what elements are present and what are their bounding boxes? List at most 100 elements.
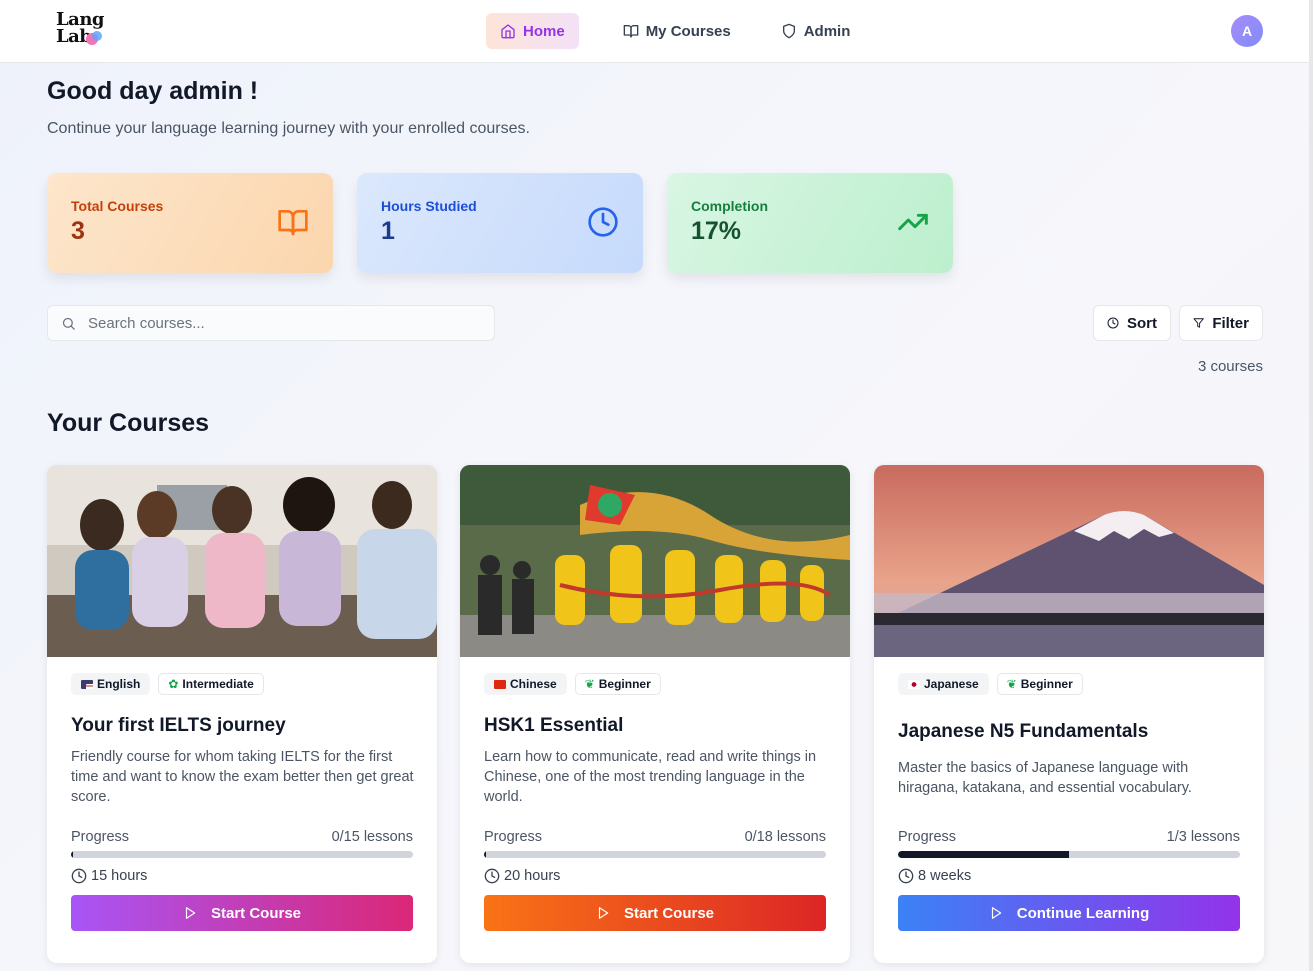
herb-icon: ✿ [168, 677, 179, 691]
cta-label: Start Course [623, 904, 715, 922]
progress-bar-fill [484, 851, 487, 858]
level-tag: ✿ Intermediate [158, 673, 264, 695]
course-title: Your first IELTS journey [71, 715, 286, 736]
shield-icon [782, 23, 795, 39]
filter-button-label: Filter [1212, 314, 1249, 332]
book-open-icon [278, 210, 308, 236]
user-avatar[interactable]: A [1231, 15, 1263, 47]
level-tag-label: Intermediate [182, 677, 254, 691]
progress-bar [898, 851, 1240, 858]
course-title: Japanese N5 Fundamentals [898, 721, 1149, 742]
course-card[interactable]: Japanese ❦ Beginner Japanese N5 Fundamen… [874, 465, 1264, 963]
main-nav: Home My Courses Admin [486, 13, 864, 49]
course-image-mount-fuji [874, 465, 1264, 657]
stat-card-completion: Completion 17% [667, 173, 953, 273]
course-tags: English ✿ Intermediate [71, 673, 264, 695]
stat-card-hours-studied: Hours Studied 1 [357, 173, 643, 273]
progress-bar-fill [71, 851, 74, 858]
cta-label: Start Course [210, 904, 302, 922]
search-input[interactable] [88, 314, 468, 332]
language-tag-label: Japanese [924, 677, 979, 691]
duration-text: 8 weeks [918, 868, 972, 884]
level-tag-label: Beginner [1020, 677, 1073, 691]
progress-bar-fill [898, 851, 1069, 858]
nav-home[interactable]: Home [486, 13, 579, 49]
stat-label: Total Courses [71, 198, 164, 214]
langlab-logo[interactable]: Lang Lab [56, 11, 106, 51]
clock-icon [898, 868, 914, 884]
course-title: HSK1 Essential [484, 715, 624, 736]
progress-bar [71, 851, 413, 858]
filter-button[interactable]: Filter [1179, 305, 1263, 341]
course-description: Friendly course for whom taking IELTS fo… [71, 749, 414, 805]
nav-home-label: Home [523, 22, 565, 40]
progress-bar [484, 851, 826, 858]
china-flag-icon [494, 679, 506, 689]
home-icon [501, 24, 515, 39]
language-tag: English [71, 673, 151, 695]
progress-row: Progress 0/15 lessons [71, 829, 413, 845]
seedling-icon: ❦ [584, 677, 595, 691]
course-card[interactable]: English ✿ Intermediate Your first IELTS … [47, 465, 437, 963]
course-image-dragon-dance [460, 465, 850, 657]
trending-up-icon [898, 213, 928, 231]
course-description: Master the basics of Japanese language w… [898, 760, 1192, 796]
progress-row: Progress 1/3 lessons [898, 829, 1240, 845]
clock-icon [71, 868, 87, 884]
stat-label: Hours Studied [381, 198, 477, 214]
course-duration: 20 hours [484, 868, 560, 884]
start-course-button[interactable]: Start Course [484, 895, 826, 931]
language-tag: Japanese [898, 673, 989, 695]
greeting-subtitle: Continue your language learning journey … [47, 120, 530, 137]
logo-dot-blue [92, 31, 102, 41]
progress-row: Progress 0/18 lessons [484, 829, 826, 845]
duration-text: 20 hours [504, 868, 561, 884]
stat-label: Completion [691, 198, 768, 214]
course-tags: Chinese ❦ Beginner [484, 673, 661, 695]
play-icon [598, 907, 609, 919]
clock-icon [588, 207, 618, 237]
japan-flag-icon [908, 679, 920, 689]
book-open-icon [623, 25, 639, 38]
play-icon [185, 907, 196, 919]
progress-label: Progress [898, 829, 957, 845]
nav-admin[interactable]: Admin [767, 13, 865, 49]
course-image-classroom [47, 465, 437, 657]
window-edge [1309, 0, 1313, 971]
nav-admin-label: Admin [803, 22, 851, 40]
stat-value: 3 [71, 217, 85, 245]
seedling-icon: ❦ [1006, 677, 1017, 691]
section-title-your-courses: Your Courses [47, 409, 210, 437]
us-flag-icon [81, 679, 93, 689]
clock-icon [1107, 317, 1119, 329]
nav-my-courses-label: My Courses [645, 22, 731, 40]
duration-text: 15 hours [91, 868, 148, 884]
language-tag-label: English [97, 677, 141, 691]
stat-value: 1 [381, 217, 395, 245]
course-duration: 8 weeks [898, 868, 971, 884]
sort-button[interactable]: Sort [1093, 305, 1171, 341]
clock-icon [484, 868, 500, 884]
top-navbar: Lang Lab Home My Courses Admin A [0, 0, 1309, 63]
level-tag-label: Beginner [598, 677, 651, 691]
search-icon [62, 317, 75, 330]
cta-label: Continue Learning [1016, 904, 1150, 922]
start-course-button[interactable]: Start Course [71, 895, 413, 931]
play-icon [991, 907, 1001, 919]
progress-count: 0/18 lessons [744, 829, 826, 845]
greeting-heading: Good day admin ! [47, 77, 259, 105]
stat-card-total-courses: Total Courses 3 [47, 173, 333, 273]
search-box [47, 305, 495, 341]
level-tag: ❦ Beginner [574, 673, 661, 695]
filter-icon [1193, 318, 1204, 328]
course-duration: 15 hours [71, 868, 147, 884]
language-tag-label: Chinese [510, 677, 557, 691]
progress-count: 0/15 lessons [331, 829, 413, 845]
nav-my-courses[interactable]: My Courses [609, 13, 745, 49]
course-card[interactable]: Chinese ❦ Beginner HSK1 Essential Learn … [460, 465, 850, 963]
continue-learning-button[interactable]: Continue Learning [898, 895, 1240, 931]
progress-label: Progress [484, 829, 543, 845]
stat-value: 17% [691, 217, 742, 245]
course-description: Learn how to communicate, read and write… [484, 749, 817, 805]
level-tag: ❦ Beginner [996, 673, 1083, 695]
